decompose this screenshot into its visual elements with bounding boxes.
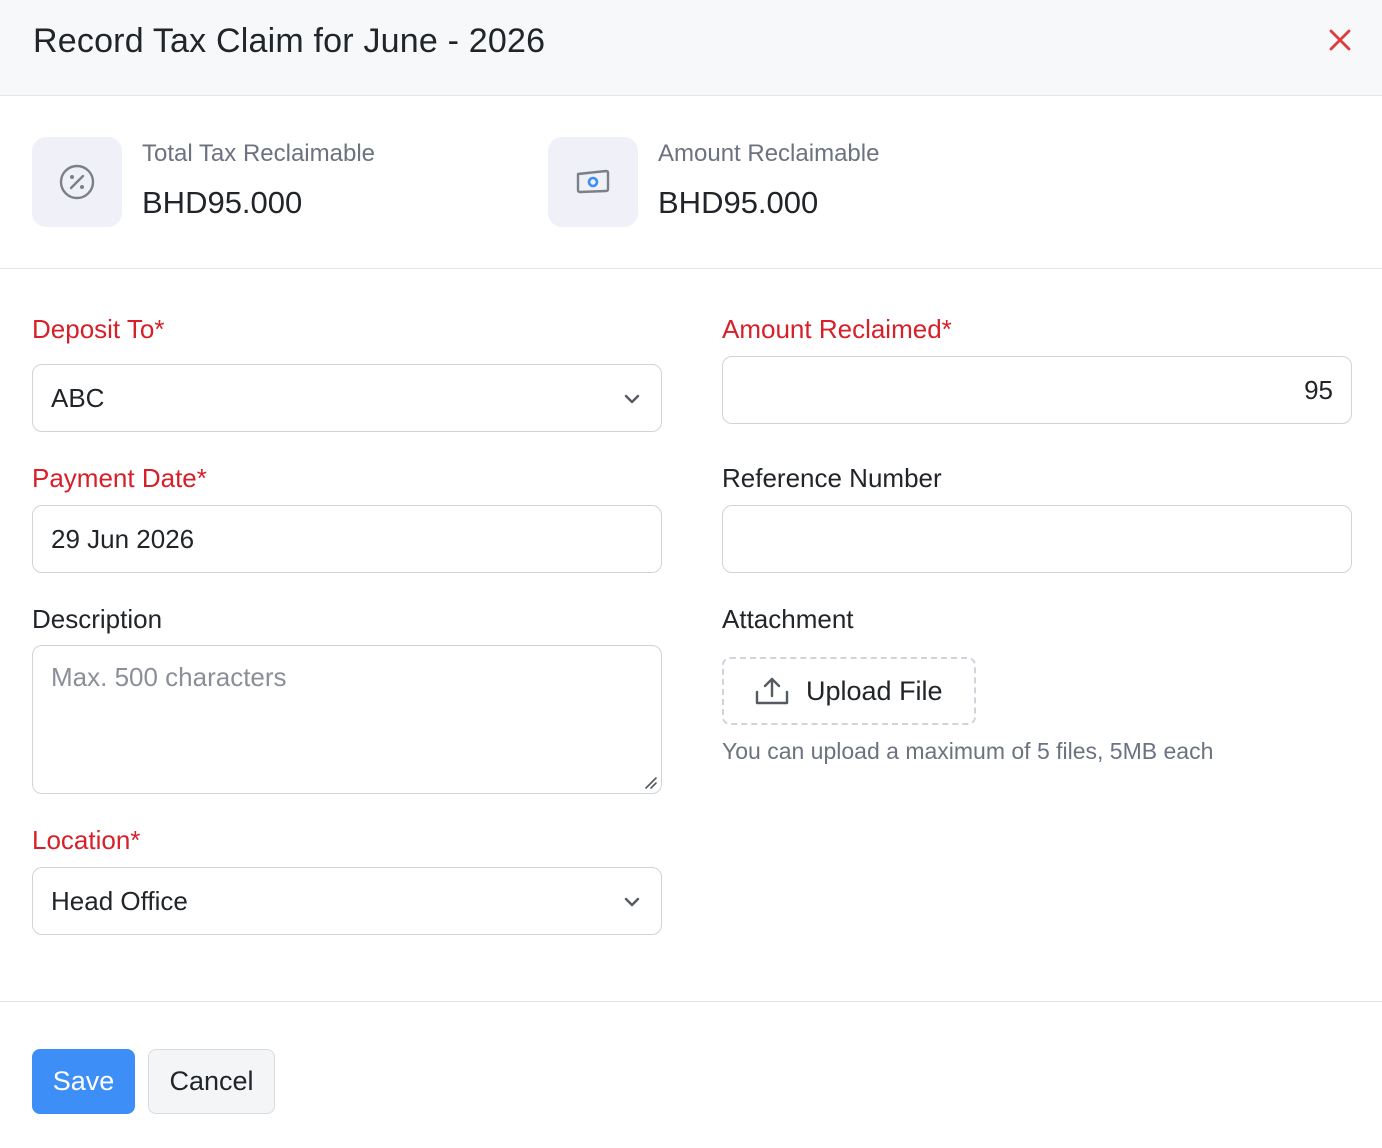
payment-date-value: 29 Jun 2026 [51, 523, 195, 554]
description-placeholder: Max. 500 characters [51, 662, 287, 692]
attachment-label: Attachment [722, 604, 854, 634]
amount-reclaimed-label: Amount Reclaimed* [722, 314, 952, 344]
modal-title: Record Tax Claim for June - 2026 [33, 22, 546, 60]
total-tax-value: BHD95.000 [142, 185, 303, 220]
amount-reclaimed-value: 95 [1304, 374, 1333, 405]
upload-file-label: Upload File [806, 675, 943, 706]
location-value: Head Office [51, 885, 188, 916]
payment-date-input[interactable]: 29 Jun 2026 [32, 505, 662, 573]
close-button[interactable] [1322, 24, 1358, 56]
upload-file-button[interactable]: Upload File [722, 657, 976, 725]
description-textarea[interactable]: Max. 500 characters [32, 645, 662, 794]
percent-icon [59, 164, 95, 200]
reference-number-input[interactable] [722, 505, 1352, 573]
save-button[interactable]: Save [32, 1049, 135, 1114]
resize-grip-icon[interactable] [642, 774, 658, 790]
chevron-down-icon [624, 897, 640, 907]
amount-icon-box [548, 137, 638, 227]
deposit-to-label: Deposit To* [32, 314, 165, 344]
total-tax-label: Total Tax Reclaimable [142, 140, 376, 167]
chevron-down-icon [624, 394, 640, 404]
footer-divider [0, 1001, 1382, 1002]
amount-reclaimable-label: Amount Reclaimable [658, 140, 880, 167]
total-tax-icon-box [32, 137, 122, 227]
close-icon [1329, 29, 1351, 51]
cancel-button[interactable]: Cancel [148, 1049, 275, 1114]
modal-header: Record Tax Claim for June - 2026 [0, 0, 1382, 96]
upload-icon [754, 676, 790, 706]
deposit-to-select[interactable]: ABC [32, 364, 662, 432]
location-select[interactable]: Head Office [32, 867, 662, 935]
amount-reclaimed-input[interactable]: 95 [722, 356, 1352, 424]
amount-reclaimable-value: BHD95.000 [658, 185, 819, 220]
upload-hint: You can upload a maximum of 5 files, 5MB… [722, 738, 1214, 764]
cash-icon [576, 169, 610, 194]
reference-number-label: Reference Number [722, 463, 942, 493]
payment-date-label: Payment Date* [32, 463, 207, 493]
summary-section: Total Tax Reclaimable BHD95.000 Amount R… [0, 96, 1382, 269]
description-label: Description [32, 604, 163, 634]
location-label: Location* [32, 825, 141, 855]
deposit-to-value: ABC [51, 382, 105, 413]
